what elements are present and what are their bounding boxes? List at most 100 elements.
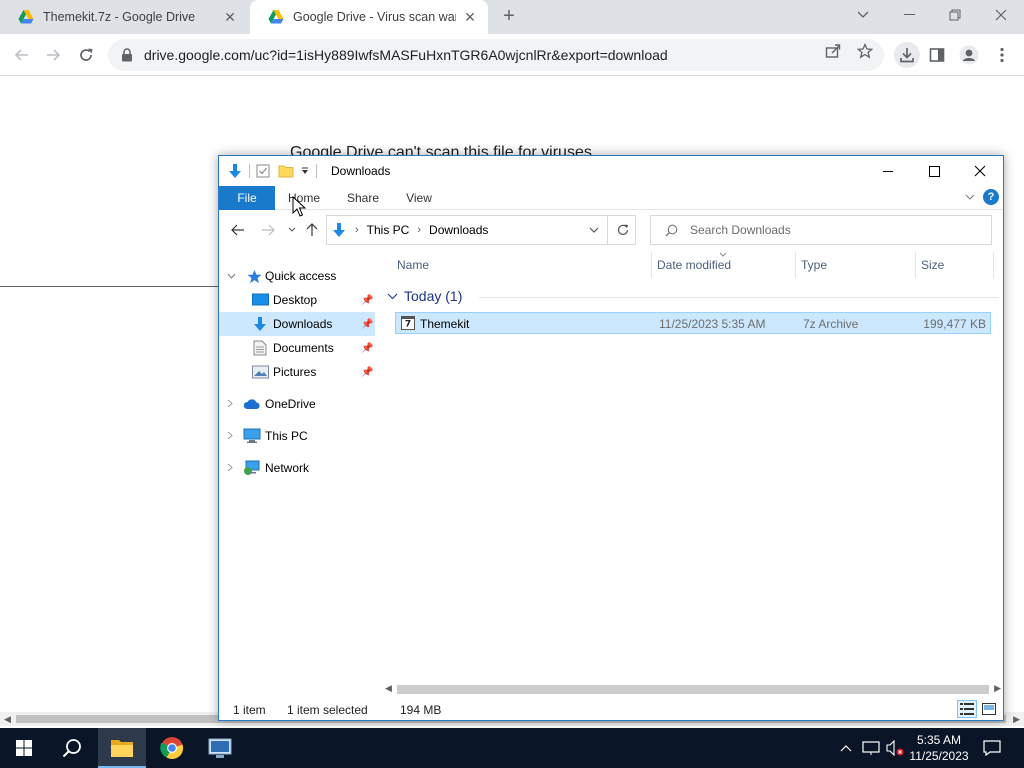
column-header-type[interactable]: Type [801, 258, 827, 272]
bookmark-star-icon[interactable] [856, 42, 874, 60]
nav-label: Pictures [273, 365, 317, 379]
nav-item-downloads[interactable]: Downloads 📌 [219, 312, 375, 336]
forward-icon[interactable] [259, 221, 277, 239]
ribbon-tab-view[interactable]: View [397, 186, 441, 210]
network-icon [243, 460, 261, 476]
expand-chevron-icon[interactable] [227, 463, 233, 474]
pin-icon[interactable]: 📌 [361, 343, 373, 354]
nav-item-network[interactable]: Network [219, 456, 375, 480]
downloads-folder-icon [251, 316, 269, 332]
close-tab-icon[interactable]: ✕ [462, 9, 478, 25]
search-icon[interactable] [48, 728, 96, 768]
restore-icon[interactable] [932, 0, 978, 30]
windows-taskbar: 5:35 AM 11/25/2023 [0, 728, 1024, 768]
minimize-icon[interactable] [886, 0, 932, 30]
nav-item-documents[interactable]: Documents 📌 [219, 336, 375, 360]
forward-icon[interactable] [42, 44, 64, 66]
show-hidden-icons-icon[interactable] [836, 728, 856, 768]
properties-icon[interactable] [256, 164, 270, 178]
nav-label: Desktop [273, 293, 318, 307]
nav-label: This PC [265, 429, 308, 443]
volume-muted-icon[interactable] [884, 728, 906, 768]
remote-desktop-taskbar-icon[interactable] [196, 728, 244, 768]
network-status-icon[interactable] [860, 728, 882, 768]
profile-avatar-icon[interactable] [958, 44, 980, 66]
group-header-today[interactable]: Today (1) [387, 288, 999, 304]
reload-icon[interactable] [75, 44, 97, 66]
nav-item-desktop[interactable]: Desktop 📌 [219, 288, 375, 312]
ribbon-tab-share[interactable]: Share [339, 186, 387, 210]
new-folder-icon[interactable] [278, 164, 294, 178]
breadcrumb-this-pc[interactable]: This PC [367, 223, 410, 237]
breadcrumb-separator-icon[interactable]: › [417, 224, 421, 236]
file-name: Themekit [420, 317, 470, 331]
collapse-chevron-icon[interactable] [387, 293, 398, 300]
tab-search-icon[interactable] [840, 0, 886, 30]
nav-item-this-pc[interactable]: This PC [219, 424, 375, 448]
pin-icon[interactable]: 📌 [361, 319, 373, 330]
back-icon[interactable] [229, 221, 247, 239]
close-tab-icon[interactable]: ✕ [222, 9, 238, 25]
pictures-icon [251, 364, 269, 380]
back-icon[interactable] [11, 44, 33, 66]
scroll-right-arrow-icon[interactable]: ▶ [1013, 714, 1020, 725]
scroll-left-arrow-icon[interactable]: ◀ [4, 714, 11, 725]
nav-item-pictures[interactable]: Pictures 📌 [219, 360, 375, 384]
large-icons-view-icon[interactable] [979, 700, 999, 718]
taskbar-clock[interactable]: 5:35 AM 11/25/2023 [905, 732, 973, 764]
start-button-icon[interactable] [0, 728, 48, 768]
pin-icon[interactable]: 📌 [361, 295, 373, 306]
breadcrumb-separator-icon[interactable]: › [355, 224, 359, 236]
file-list-horizontal-scrollbar[interactable]: ◀ ▶ [383, 682, 1003, 696]
svg-text:7: 7 [405, 320, 411, 330]
google-drive-icon [268, 10, 284, 24]
side-panel-icon[interactable] [926, 44, 948, 66]
column-header-date-modified[interactable]: Date modified [657, 258, 731, 272]
scroll-left-arrow-icon[interactable]: ◀ [385, 683, 392, 694]
collapse-chevron-icon[interactable] [227, 271, 236, 281]
nav-item-onedrive[interactable]: OneDrive [219, 392, 375, 416]
search-downloads-input[interactable]: Search Downloads [650, 215, 992, 245]
close-window-icon[interactable] [978, 0, 1024, 30]
menu-kebab-icon[interactable] [991, 44, 1013, 66]
up-icon[interactable] [303, 221, 321, 239]
nav-label: Quick access [265, 269, 337, 283]
column-header-name[interactable]: Name [397, 258, 429, 272]
new-tab-icon[interactable]: + [500, 6, 518, 26]
tab-title: Themekit.7z - Google Drive [43, 10, 196, 24]
search-icon [665, 224, 678, 236]
pin-icon[interactable]: 📌 [361, 367, 373, 378]
column-header-size[interactable]: Size [921, 258, 944, 272]
expand-chevron-icon[interactable] [227, 431, 233, 442]
close-window-icon[interactable] [957, 156, 1003, 186]
expand-chevron-icon[interactable] [227, 399, 233, 410]
file-row-themekit[interactable]: 7 Themekit 11/25/2023 5:35 AM 7z Archive… [395, 312, 991, 334]
scroll-thumb[interactable] [397, 685, 989, 694]
address-history-dropdown-icon[interactable] [589, 224, 599, 236]
details-view-icon[interactable] [957, 700, 977, 718]
recent-locations-icon[interactable] [283, 221, 301, 239]
explorer-address-bar[interactable]: › This PC › Downloads [326, 215, 636, 245]
expand-ribbon-icon[interactable] [965, 192, 975, 203]
refresh-icon[interactable] [607, 215, 637, 245]
browser-toolbar: drive.google.com/uc?id=1isHy889IwfsMASFu… [0, 34, 1024, 76]
browser-tab-virus-scan[interactable]: Google Drive - Virus scan warnin ✕ [250, 0, 488, 34]
breadcrumb-downloads[interactable]: Downloads [429, 223, 488, 237]
minimize-icon[interactable] [865, 156, 911, 186]
chrome-taskbar-icon[interactable] [148, 728, 196, 768]
nav-label: OneDrive [265, 397, 316, 411]
share-icon[interactable] [824, 42, 842, 60]
nav-item-quick-access[interactable]: Quick access [219, 264, 375, 288]
star-icon [245, 268, 263, 284]
notifications-icon[interactable] [980, 728, 1004, 768]
ribbon-tab-file[interactable]: File [219, 186, 275, 210]
file-explorer-taskbar-icon[interactable] [98, 728, 146, 768]
scroll-right-arrow-icon[interactable]: ▶ [994, 683, 1001, 694]
customize-dropdown-icon[interactable] [300, 166, 310, 176]
browser-tab-themekit[interactable]: Themekit.7z - Google Drive ✕ [0, 0, 248, 34]
help-icon[interactable]: ? [983, 189, 999, 205]
address-bar[interactable]: drive.google.com/uc?id=1isHy889IwfsMASFu… [108, 39, 884, 71]
maximize-icon[interactable] [911, 156, 957, 186]
downloads-icon[interactable] [894, 42, 920, 68]
ribbon-tabs: File Home Share View ? [219, 186, 1003, 210]
